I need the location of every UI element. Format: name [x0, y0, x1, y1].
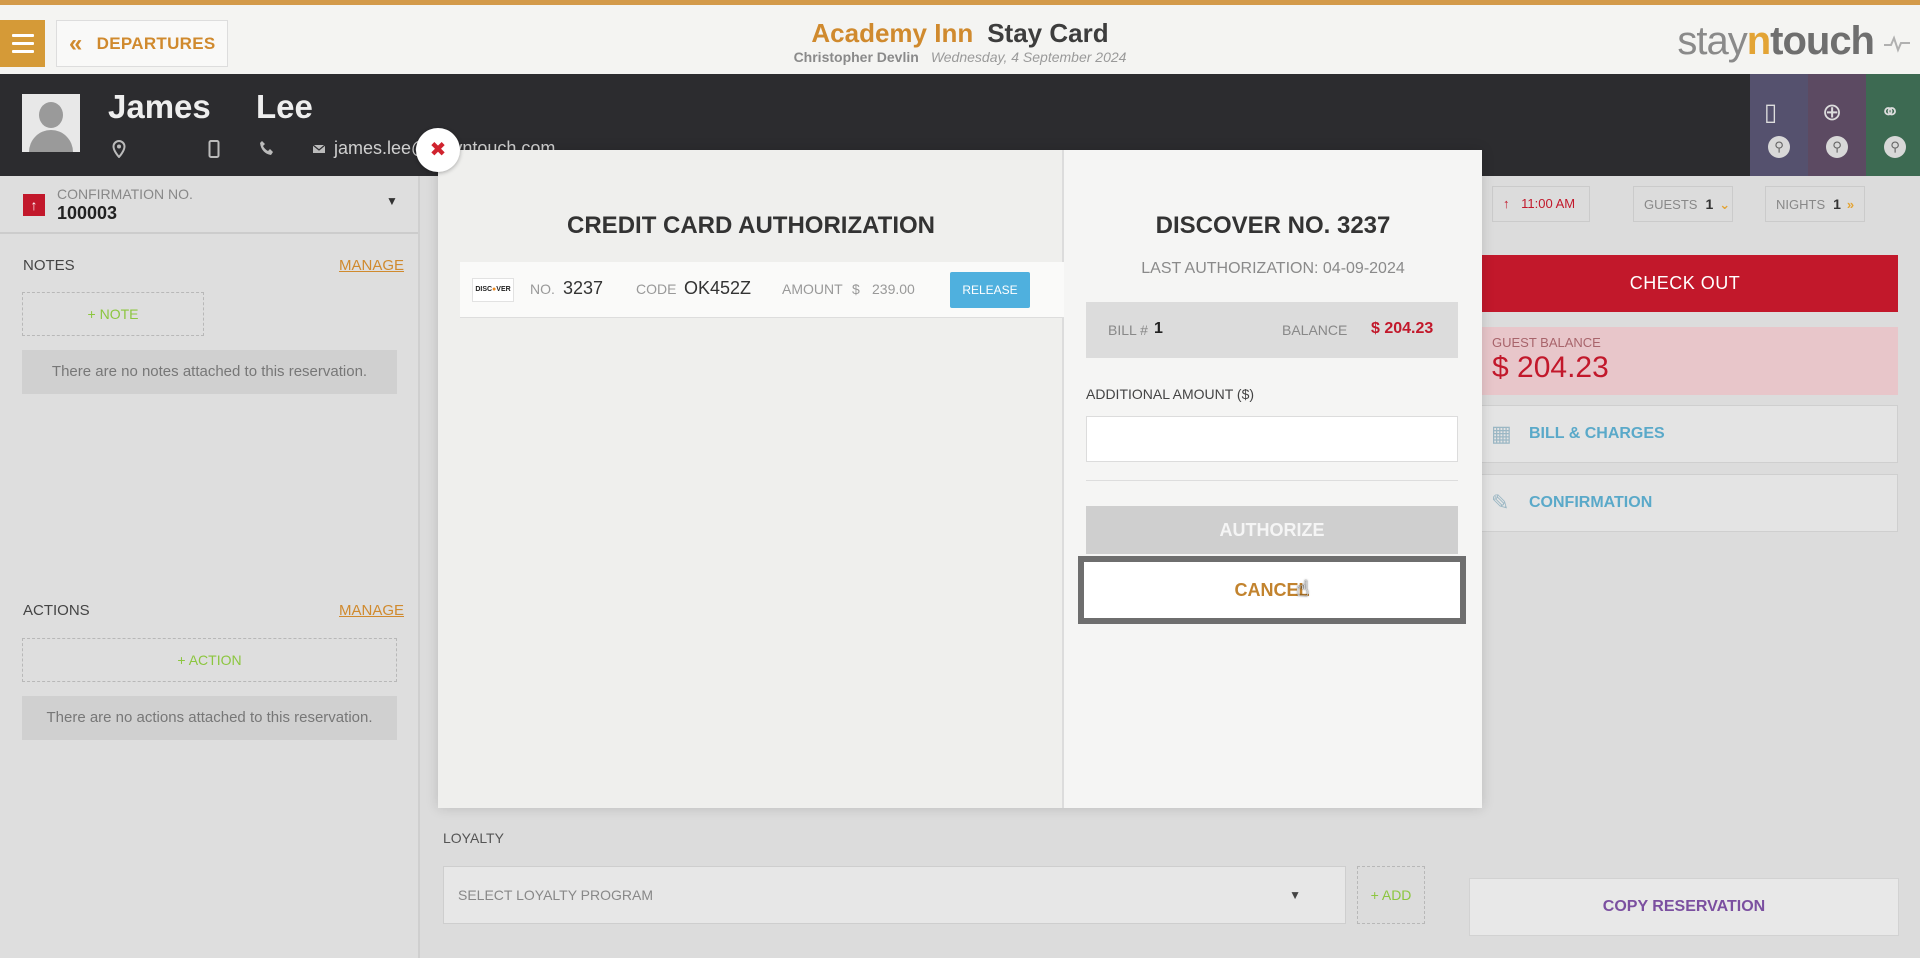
card-amount-label: AMOUNT [782, 281, 843, 297]
discover-card-icon: DISC●VER [472, 278, 514, 302]
notes-manage-link[interactable]: MANAGE [339, 257, 404, 274]
guest-last-name[interactable]: Lee [256, 88, 313, 126]
last-authorization: LAST AUTHORIZATION: 04-09-2024 [1141, 260, 1405, 277]
tile-loyalty[interactable]: ⚭ ⚲ [1866, 74, 1920, 176]
modal-right-panel: DISCOVER NO. 3237 LAST AUTHORIZATION: 04… [1064, 150, 1482, 808]
header-subtitle: Christopher Devlin Wednesday, 4 September… [0, 49, 1920, 65]
phone-icon[interactable] [259, 140, 275, 161]
nights-count: 1 [1833, 196, 1841, 212]
check-out-button[interactable]: CHECK OUT [1472, 255, 1898, 312]
mobile-icon[interactable] [208, 140, 220, 163]
nights-chip[interactable]: NIGHTS 1 » [1765, 186, 1865, 222]
building-icon: ▯ [1764, 99, 1778, 126]
stay-card-title: Stay Card [987, 18, 1109, 48]
guest-balance-box: GUEST BALANCE $ 204.23 [1472, 327, 1898, 395]
actions-manage-link[interactable]: MANAGE [339, 602, 404, 619]
guest-balance-value: $ 204.23 [1492, 351, 1609, 384]
bill-charges-button[interactable]: ▦ BILL & CHARGES [1472, 405, 1898, 463]
notes-heading: NOTES [23, 257, 75, 274]
bill-label: BILL # [1108, 322, 1148, 338]
departure-time-chip[interactable]: ↑ 11:00 AM [1492, 186, 1590, 222]
card-title: DISCOVER NO. 3237 [1155, 212, 1391, 239]
bill-charges-label: BILL & CHARGES [1529, 425, 1665, 442]
card-no-label: NO. [530, 281, 555, 297]
chevrons-right-icon: » [1846, 197, 1855, 212]
chevrons-down-icon: ⌄ [1719, 197, 1731, 212]
credit-card-authorization-modal: CREDIT CARD AUTHORIZATION DISC●VER NO. 3… [438, 150, 1482, 808]
user-name: Christopher Devlin [793, 49, 919, 65]
arrow-up-icon: ↑ [23, 194, 45, 216]
authorize-button[interactable]: AUTHORIZE [1086, 506, 1458, 554]
arrow-up-icon: ↑ [1503, 196, 1510, 211]
no-actions-message: There are no actions attached to this re… [22, 696, 397, 740]
add-loyalty-button[interactable]: + ADD [1357, 866, 1425, 924]
confirmation-button[interactable]: ✎ CONFIRMATION [1472, 474, 1898, 532]
card-code-label: CODE [636, 281, 677, 297]
modal-left-panel: CREDIT CARD AUTHORIZATION DISC●VER NO. 3… [438, 150, 1064, 808]
card-row: DISC●VER NO. 3237 CODE OK452Z AMOUNT $ 2… [460, 262, 1064, 318]
guest-balance-label: GUEST BALANCE [1492, 335, 1601, 350]
page-title: Academy Inn Stay Card [0, 18, 1920, 49]
copy-reservation-button[interactable]: COPY RESERVATION [1469, 878, 1899, 936]
rings-icon: ⚭ [1880, 99, 1901, 126]
caret-down-icon: ▼ [1289, 888, 1301, 902]
card-no: 3237 [563, 278, 604, 298]
modal-title: CREDIT CARD AUTHORIZATION [567, 212, 935, 239]
guests-count: 1 [1705, 196, 1714, 212]
search-icon: ⚲ [1826, 136, 1848, 158]
tile-hotel[interactable]: ▯ ⚲ [1750, 74, 1808, 176]
guest-first-name[interactable]: James [108, 88, 211, 126]
reservation-sidebar: ↑ CONFIRMATION NO. 100003 ▼ NOTES MANAGE… [0, 176, 420, 958]
confirmation-button-label: CONFIRMATION [1529, 494, 1653, 511]
bill-number: 1 [1154, 320, 1163, 337]
loyalty-program-select[interactable]: SELECT LOYALTY PROGRAM ▼ [443, 866, 1346, 924]
departure-time: 11:00 AM [1521, 196, 1576, 211]
stayntouch-logo: stayntouch [1677, 19, 1875, 63]
confirmation-number: 100003 [57, 203, 118, 223]
bill-summary: BILL # 1 BALANCE $ 204.23 [1086, 302, 1458, 358]
mail-icon [312, 140, 326, 160]
close-icon[interactable]: ✖ [416, 128, 460, 172]
search-icon: ⚲ [1884, 136, 1906, 158]
hotel-name: Academy Inn [811, 18, 974, 48]
card-code: OK452Z [684, 278, 752, 298]
globe-icon: ⊕ [1822, 99, 1843, 126]
balance-value: $ 204.23 [1371, 320, 1434, 337]
loyalty-select-value: SELECT LOYALTY PROGRAM [458, 887, 654, 903]
add-note-button[interactable]: + NOTE [22, 292, 204, 336]
actions-heading: ACTIONS [23, 602, 90, 619]
nights-label: NIGHTS [1776, 197, 1826, 212]
location-icon[interactable] [112, 139, 126, 163]
no-notes-message: There are no notes attached to this rese… [22, 350, 397, 394]
top-header: « DEPARTURES Academy Inn Stay Card Christ… [0, 0, 1920, 74]
add-action-button[interactable]: + ACTION [22, 638, 397, 682]
caret-down-icon[interactable]: ▼ [386, 194, 398, 208]
card-amount: 239.00 [872, 281, 915, 297]
confirmation-label: CONFIRMATION NO. [57, 186, 193, 202]
cancel-button[interactable]: CANCEL [1084, 562, 1460, 618]
search-icon: ⚲ [1768, 136, 1790, 158]
calculator-icon: ▦ [1491, 421, 1512, 446]
release-button[interactable]: RELEASE [950, 272, 1030, 308]
cursor-icon: ☝ [1296, 576, 1310, 601]
pencil-icon: ✎ [1491, 490, 1510, 515]
pulse-icon[interactable] [1882, 31, 1912, 55]
guests-chip[interactable]: GUESTS 1 ⌄ [1633, 186, 1733, 222]
cancel-focus-ring: CANCEL [1078, 556, 1466, 624]
avatar[interactable] [22, 94, 80, 152]
loyalty-heading: LOYALTY [443, 830, 504, 846]
card-currency: $ [852, 281, 860, 297]
additional-amount-input[interactable] [1086, 416, 1458, 462]
tile-web[interactable]: ⊕ ⚲ [1808, 74, 1866, 176]
guests-label: GUESTS [1644, 197, 1698, 212]
business-date: Wednesday, 4 September 2024 [930, 49, 1127, 65]
additional-amount-label: ADDITIONAL AMOUNT ($) [1086, 386, 1255, 402]
balance-label: BALANCE [1282, 322, 1348, 338]
